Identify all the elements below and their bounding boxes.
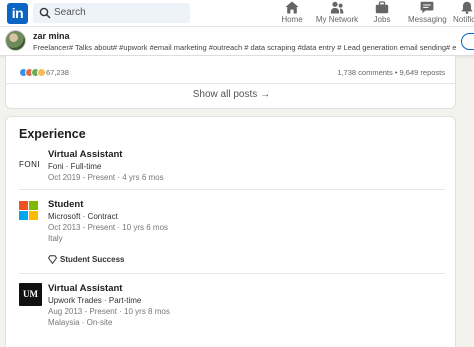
nav-my-network[interactable]: My Network xyxy=(314,1,360,27)
experience-company: Foni · Full-time xyxy=(48,162,102,171)
search-input[interactable]: Search xyxy=(54,7,86,18)
divider xyxy=(6,83,457,84)
experience-location: Italy xyxy=(48,234,63,243)
activity-card: 67,238 1,738 comments • 9,649 reposts Sh… xyxy=(5,56,457,109)
experience-title[interactable]: Virtual Assistant xyxy=(48,283,122,294)
messaging-icon xyxy=(420,1,434,14)
stats-separator: • xyxy=(392,68,400,77)
experience-title[interactable]: Student xyxy=(48,199,83,210)
nav-jobs-label: Jobs xyxy=(373,15,391,24)
briefcase-icon xyxy=(375,1,389,14)
microsoft-logo-icon xyxy=(19,201,38,220)
reposts-count[interactable]: 9,649 reposts xyxy=(400,68,445,77)
search-icon xyxy=(39,7,51,19)
divider xyxy=(19,273,445,274)
open-to-button[interactable] xyxy=(461,33,474,50)
nav-notifications[interactable]: Notific xyxy=(452,1,474,27)
show-all-posts-button[interactable]: Show all posts → xyxy=(6,89,457,100)
nav-home[interactable]: Home xyxy=(277,1,307,27)
experience-dates: Oct 2013 - Present · 10 yrs 6 mos xyxy=(48,223,169,232)
sticky-profile-bar: zar mina Freelancer# Talks about# #upwor… xyxy=(0,27,474,56)
nav-messaging[interactable]: Messaging xyxy=(408,1,447,27)
search-box[interactable]: Search xyxy=(33,3,190,23)
nav-my-network-label: My Network xyxy=(315,15,359,24)
linkedin-logo[interactable]: in xyxy=(7,3,28,24)
experience-skill[interactable]: Student Success xyxy=(47,255,125,265)
top-navigation: in Search Home My Network Jobs Messaging… xyxy=(0,0,474,27)
experience-location: Malaysia · On-site xyxy=(48,318,113,327)
foni-logo[interactable]: FONI xyxy=(19,153,42,176)
nav-notifications-label: Notific xyxy=(453,15,474,24)
diamond-icon xyxy=(47,255,58,265)
upwork-trades-logo[interactable]: UM xyxy=(19,283,42,306)
reaction-count[interactable]: 67,238 xyxy=(46,68,69,77)
nav-messaging-label: Messaging xyxy=(408,15,447,24)
experience-heading: Experience xyxy=(19,127,86,141)
avatar[interactable] xyxy=(5,30,26,51)
experience-title[interactable]: Virtual Assistant xyxy=(48,149,122,160)
experience-dates: Oct 2019 - Present · 4 yrs 6 mos xyxy=(48,173,164,182)
microsoft-logo[interactable] xyxy=(19,201,42,224)
experience-company: Upwork Trades · Part-time xyxy=(48,296,142,305)
nav-jobs[interactable]: Jobs xyxy=(368,1,396,27)
divider xyxy=(19,189,445,190)
experience-section: Experience FONI Virtual Assistant Foni ·… xyxy=(5,116,456,347)
comments-count[interactable]: 1,738 comments xyxy=(337,68,392,77)
nav-home-label: Home xyxy=(281,15,303,24)
skill-label: Student Success xyxy=(60,255,125,264)
post-stats: 1,738 comments • 9,649 reposts xyxy=(337,68,445,77)
home-icon xyxy=(285,1,299,14)
arrow-right-icon: → xyxy=(260,89,271,100)
insightful-reaction-icon xyxy=(37,68,46,77)
network-icon xyxy=(330,1,344,14)
profile-name: zar mina xyxy=(33,31,70,41)
show-all-posts-label: Show all posts xyxy=(192,89,258,100)
bell-icon xyxy=(461,1,473,14)
profile-headline: Freelancer# Talks about# #upwork #email … xyxy=(33,43,457,52)
experience-dates: Aug 2013 - Present · 10 yrs 8 mos xyxy=(48,307,170,316)
experience-company: Microsoft · Contract xyxy=(48,212,118,221)
